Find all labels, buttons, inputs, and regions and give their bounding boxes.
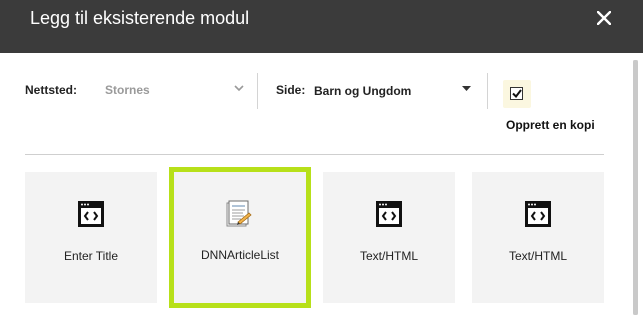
copy-checkbox[interactable]	[510, 87, 523, 100]
article-list-icon	[226, 200, 252, 227]
page-label: Side:	[276, 83, 306, 97]
html-module-icon	[376, 201, 402, 227]
checkmark-icon	[512, 89, 522, 98]
site-select[interactable]: Stornes	[100, 77, 250, 101]
module-tile-label: Text/HTML	[508, 249, 567, 263]
scrollbar[interactable]	[633, 60, 638, 315]
module-tile[interactable]: Text/HTML	[323, 172, 455, 303]
page-select[interactable]: Barn og Ungdom	[308, 77, 474, 101]
site-select-value: Stornes	[105, 83, 150, 97]
caret-down-icon	[462, 86, 471, 91]
module-tile-selected[interactable]: DNNArticleList	[169, 167, 311, 308]
close-button[interactable]	[592, 7, 616, 29]
module-tile[interactable]: Text/HTML	[472, 172, 604, 303]
copy-label: Opprett en kopi	[506, 118, 595, 132]
html-module-icon	[78, 201, 104, 227]
dialog-title: Legg til eksisterende modul	[30, 8, 250, 28]
toolbar-divider	[487, 73, 488, 109]
module-filter-toolbar: Nettsted: Stornes Side: Barn og Ungdom O…	[0, 53, 643, 153]
close-icon	[597, 11, 611, 25]
html-module-icon	[525, 201, 551, 227]
page-select-value: Barn og Ungdom	[314, 84, 412, 98]
dialog-titlebar: Legg til eksisterende modul	[0, 0, 643, 53]
toolbar-divider	[257, 73, 258, 109]
module-tile-label: DNNArticleList	[200, 248, 279, 262]
module-tile[interactable]: Enter Title	[25, 172, 157, 303]
copy-checkbox-wrapper	[503, 80, 531, 108]
chevron-down-icon	[234, 85, 244, 92]
module-tile-label: Enter Title	[63, 249, 119, 263]
module-tile-label: Text/HTML	[359, 249, 418, 263]
site-label: Nettsted:	[25, 83, 78, 97]
scrollbar-thumb[interactable]	[633, 60, 638, 315]
section-divider	[25, 154, 604, 155]
